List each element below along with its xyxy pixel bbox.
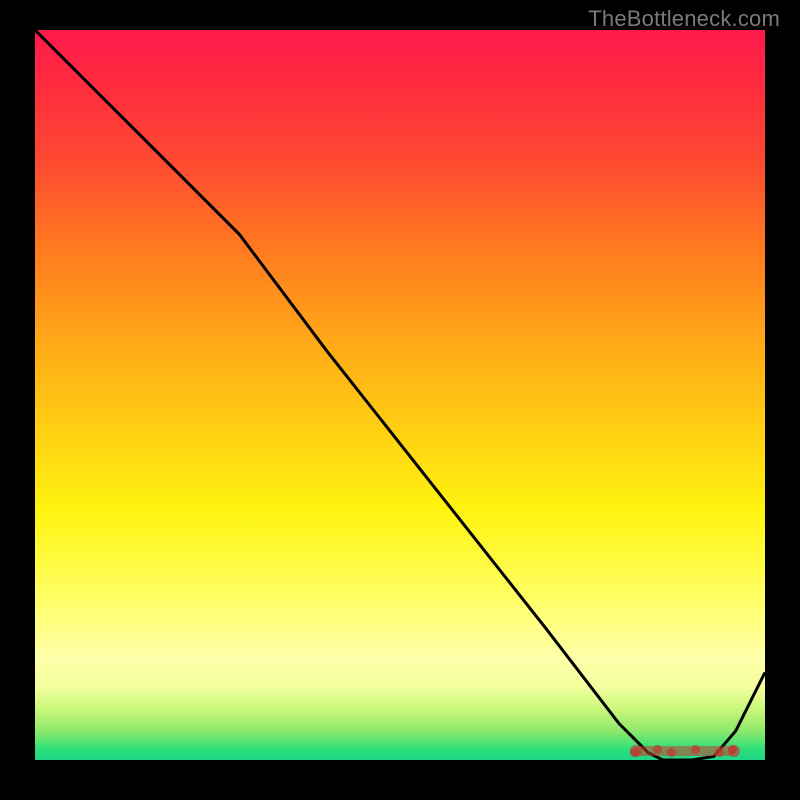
plot-area bbox=[35, 30, 765, 760]
optimal-dot bbox=[691, 745, 700, 754]
watermark-text: TheBottleneck.com bbox=[588, 6, 780, 32]
optimal-dot bbox=[667, 748, 676, 757]
optimal-dot bbox=[630, 748, 639, 757]
bottleneck-curve bbox=[35, 30, 765, 760]
chart-frame: TheBottleneck.com bbox=[0, 0, 800, 800]
curve-path bbox=[35, 30, 765, 760]
optimal-dot bbox=[715, 748, 724, 757]
